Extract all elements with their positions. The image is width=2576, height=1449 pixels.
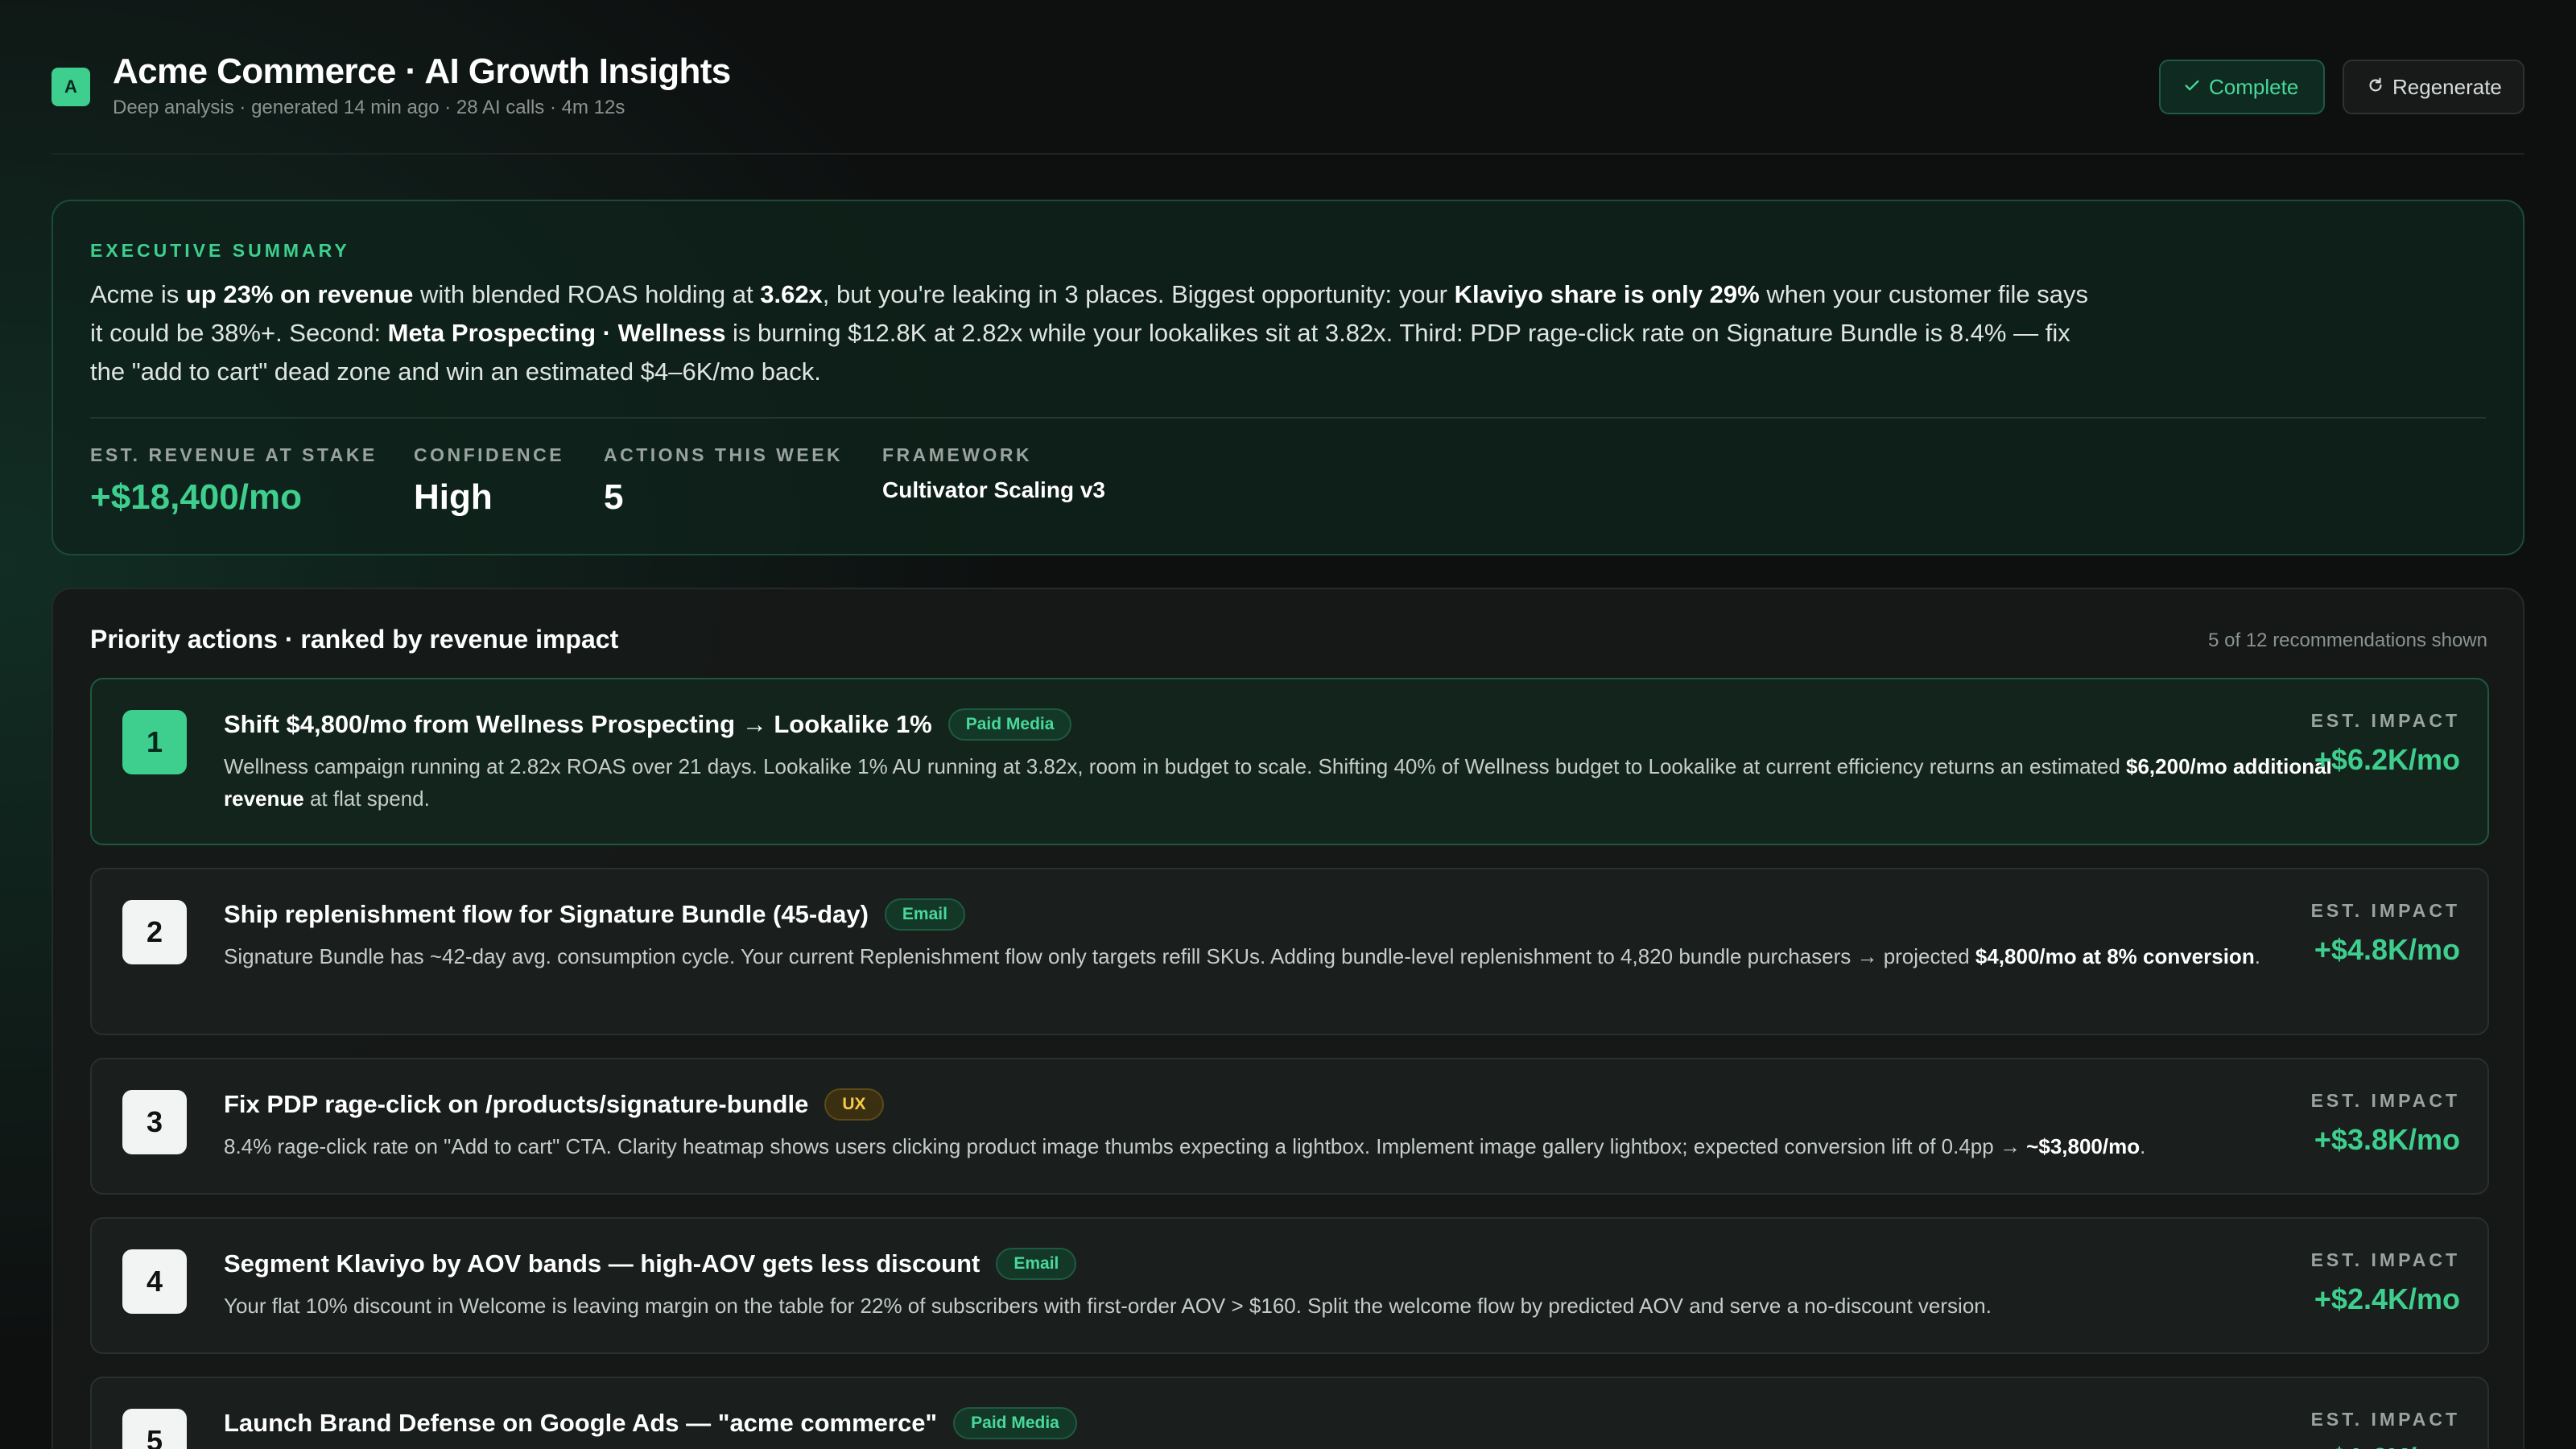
complete-label: Complete bbox=[2209, 74, 2299, 99]
stat-value: +$18,400/mo bbox=[90, 477, 302, 517]
action-header: Shift $4,800/mo from Wellness Prospectin… bbox=[224, 708, 1072, 741]
impact-label: EST. IMPACT bbox=[2310, 1090, 2460, 1111]
action-header: Ship replenishment flow for Signature Bu… bbox=[224, 898, 965, 931]
stat-framework: FRAMEWORK Cultivator Scaling v3 bbox=[882, 444, 1105, 503]
text-run: . bbox=[2140, 1134, 2146, 1158]
action-description: Signature Bundle has ~42-day avg. consum… bbox=[224, 940, 2365, 972]
rank-badge: 4 bbox=[122, 1249, 187, 1314]
category-tag: Paid Media bbox=[947, 708, 1072, 741]
text-run: at flat spend. bbox=[303, 786, 430, 811]
action-title: Ship replenishment flow for Signature Bu… bbox=[224, 900, 869, 928]
impact-label: EST. IMPACT bbox=[2310, 1249, 2460, 1270]
executive-summary-card: EXECUTIVE SUMMARY Acme is up 23% on reve… bbox=[52, 200, 2524, 555]
page-header: A Acme Commerce · AI Growth Insights Dee… bbox=[52, 0, 2524, 155]
stat-label: ACTIONS THIS WEEK bbox=[604, 444, 844, 465]
highlight-text: Klaviyo share is only 29% bbox=[1454, 280, 1760, 308]
action-card[interactable]: 3 Fix PDP rage-click on /products/signat… bbox=[90, 1058, 2489, 1195]
stat-value: 5 bbox=[604, 477, 624, 517]
category-tag: Email bbox=[996, 1248, 1077, 1280]
text-run: Wellness campaign running at 2.82x ROAS … bbox=[224, 754, 2127, 778]
stat-value: Cultivator Scaling v3 bbox=[882, 477, 1105, 502]
impact-value: +$6.2K/mo bbox=[2314, 743, 2460, 776]
highlight-text: 3.62x bbox=[760, 280, 823, 308]
highlight-text: $4,800/mo at 8% conversion bbox=[1975, 944, 2255, 968]
action-title: Fix PDP rage-click on /products/signatur… bbox=[224, 1090, 809, 1118]
app-logo: A bbox=[52, 68, 90, 106]
text-run: Your flat 10% discount in Welcome is lea… bbox=[224, 1294, 1992, 1318]
complete-button[interactable]: Complete bbox=[2159, 60, 2325, 114]
rank-badge: 5 bbox=[122, 1409, 187, 1449]
action-card[interactable]: 5 Launch Brand Defense on Google Ads — "… bbox=[90, 1377, 2489, 1449]
rank-badge: 2 bbox=[122, 900, 187, 964]
stat-label: CONFIDENCE bbox=[414, 444, 565, 465]
impact-value: +$3.8K/mo bbox=[2314, 1123, 2460, 1156]
text-run: . bbox=[2254, 944, 2260, 968]
impact-label: EST. IMPACT bbox=[2310, 710, 2460, 731]
refresh-icon bbox=[2367, 75, 2384, 100]
page: A Acme Commerce · AI Growth Insights Dee… bbox=[0, 0, 2576, 1449]
category-tag: Email bbox=[884, 898, 965, 931]
action-title: Launch Brand Defense on Google Ads — "ac… bbox=[224, 1409, 938, 1437]
impact-block: EST. IMPACT +$4.8K/mo bbox=[2311, 900, 2460, 967]
category-tag: Paid Media bbox=[953, 1407, 1077, 1439]
action-header: Fix PDP rage-click on /products/signatur… bbox=[224, 1088, 884, 1121]
action-card[interactable]: 2 Ship replenishment flow for Signature … bbox=[90, 868, 2489, 1035]
stat-label: FRAMEWORK bbox=[882, 444, 1033, 465]
text-run: , but you're leaking in 3 places. Bigges… bbox=[822, 280, 1455, 308]
action-description: 8.4% rage-click rate on "Add to cart" CT… bbox=[224, 1130, 2365, 1162]
highlight-text: up 23% on revenue bbox=[185, 280, 414, 308]
impact-value: +$1.6K/mo bbox=[2311, 1442, 2460, 1449]
stat-revenue-at-stake: EST. REVENUE AT STAKE +$18,400/mo bbox=[90, 444, 378, 518]
check-icon bbox=[2183, 75, 2201, 100]
action-description: Your flat 10% discount in Welcome is lea… bbox=[224, 1290, 2365, 1322]
highlight-text: ~$3,800/mo bbox=[2026, 1134, 2140, 1158]
impact-value: +$2.4K/mo bbox=[2314, 1282, 2460, 1315]
rank-badge: 1 bbox=[122, 710, 187, 774]
stat-actions-this-week: ACTIONS THIS WEEK 5 bbox=[604, 444, 843, 518]
regenerate-label: Regenerate bbox=[2392, 74, 2502, 99]
action-header: Launch Brand Defense on Google Ads — "ac… bbox=[224, 1407, 1077, 1439]
impact-block: EST. IMPACT +$3.8K/mo bbox=[2311, 1090, 2460, 1157]
priority-actions-panel: Priority actions · ranked by revenue imp… bbox=[52, 588, 2524, 1449]
text-run: Acme is bbox=[90, 280, 186, 308]
impact-block: EST. IMPACT +$6.2K/mo bbox=[2311, 710, 2460, 777]
impact-label: EST. IMPACT bbox=[2310, 900, 2460, 921]
action-title: Shift $4,800/mo from Wellness Prospectin… bbox=[224, 710, 932, 738]
action-header: Segment Klaviyo by AOV bands — high-AOV … bbox=[224, 1248, 1077, 1280]
page-title: Acme Commerce · AI Growth Insights bbox=[113, 52, 731, 91]
stat-value: High bbox=[414, 477, 493, 517]
executive-summary-label: EXECUTIVE SUMMARY bbox=[90, 240, 350, 261]
text-run: Signature Bundle has ~42-day avg. consum… bbox=[224, 944, 1975, 968]
stat-label: EST. REVENUE AT STAKE bbox=[90, 444, 378, 465]
highlight-text: Meta Prospecting · Wellness bbox=[387, 319, 726, 347]
impact-block: EST. IMPACT +$2.4K/mo bbox=[2311, 1249, 2460, 1316]
recommendations-count: 5 of 12 recommendations shown bbox=[2208, 630, 2487, 651]
action-card[interactable]: 4 Segment Klaviyo by AOV bands — high-AO… bbox=[90, 1217, 2489, 1354]
regenerate-button[interactable]: Regenerate bbox=[2343, 60, 2524, 114]
page-subtitle: Deep analysis · generated 14 min ago · 2… bbox=[113, 97, 625, 118]
panel-title: Priority actions · ranked by revenue imp… bbox=[90, 625, 619, 654]
action-title: Segment Klaviyo by AOV bands — high-AOV … bbox=[224, 1249, 980, 1278]
text-run: 8.4% rage-click rate on "Add to cart" CT… bbox=[224, 1134, 2027, 1158]
action-card[interactable]: 1 Shift $4,800/mo from Wellness Prospect… bbox=[90, 678, 2489, 845]
impact-block: EST. IMPACT +$1.6K/mo bbox=[2311, 1409, 2460, 1449]
impact-label: EST. IMPACT bbox=[2310, 1409, 2460, 1430]
impact-value: +$4.8K/mo bbox=[2314, 933, 2460, 966]
divider bbox=[90, 417, 2486, 419]
rank-badge: 3 bbox=[122, 1090, 187, 1154]
category-tag: UX bbox=[824, 1088, 884, 1121]
executive-summary-text: Acme is up 23% on revenue with blended R… bbox=[90, 275, 2103, 391]
stat-confidence: CONFIDENCE High bbox=[414, 444, 564, 518]
text-run: with blended ROAS holding at bbox=[413, 280, 761, 308]
action-description: Wellness campaign running at 2.82x ROAS … bbox=[224, 750, 2365, 815]
